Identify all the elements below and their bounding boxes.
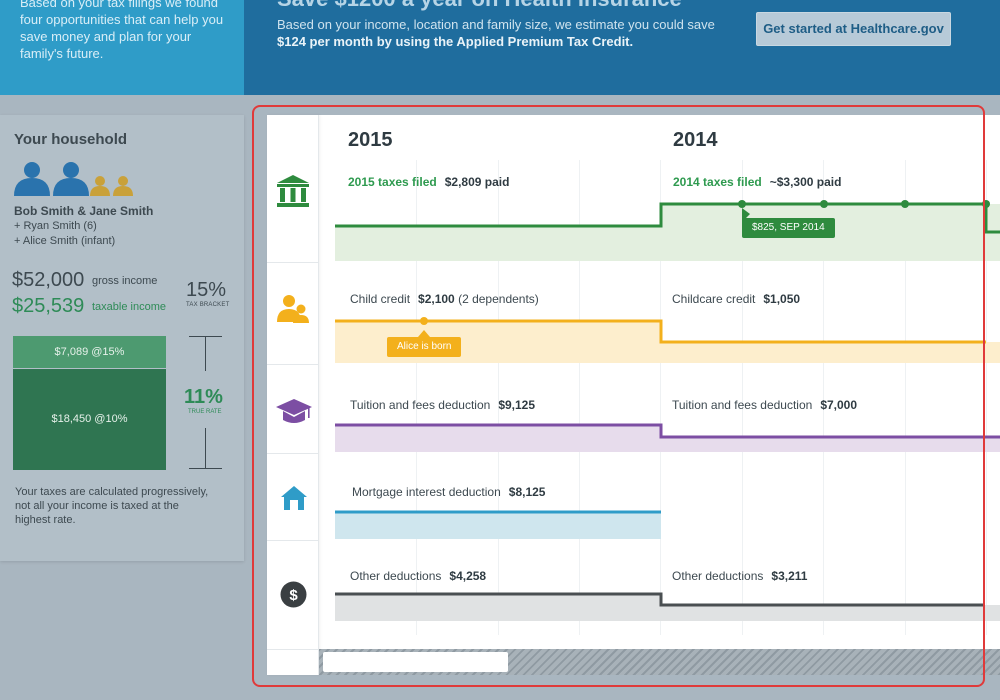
focus-outline bbox=[252, 105, 985, 687]
